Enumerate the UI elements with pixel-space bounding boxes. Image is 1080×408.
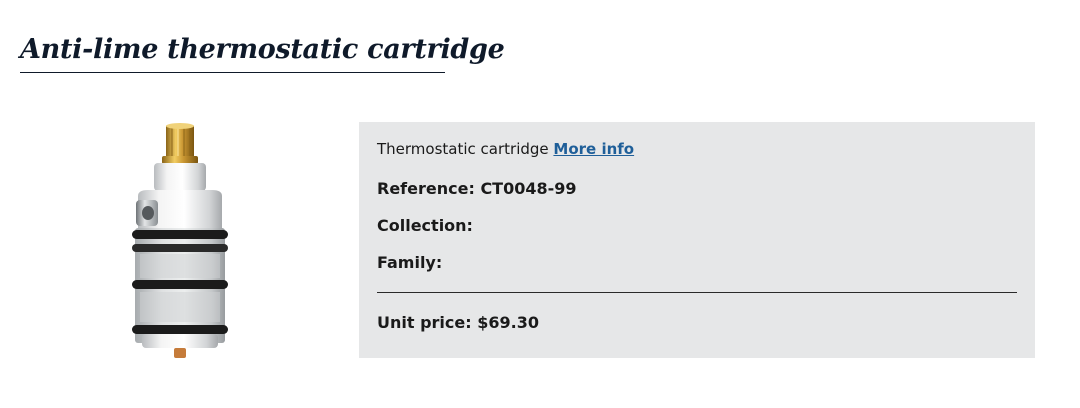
collection-row: Collection: <box>377 216 473 235</box>
price-row: Unit price: $69.30 <box>377 313 539 332</box>
family-row: Family: <box>377 253 442 272</box>
page-title: Anti-lime thermostatic cartridge <box>20 34 505 65</box>
price-label: Unit price: <box>377 313 472 332</box>
more-info-link[interactable]: More info <box>553 140 634 158</box>
product-image <box>118 120 240 365</box>
reference-row: Reference: CT0048-99 <box>377 179 577 198</box>
product-description: Thermostatic cartridge <box>377 140 549 158</box>
product-info-panel: Thermostatic cartridge More info Referen… <box>359 122 1035 358</box>
title-underline <box>20 72 445 73</box>
description-line: Thermostatic cartridge More info <box>377 140 634 158</box>
reference-label: Reference: <box>377 179 475 198</box>
family-label: Family: <box>377 253 443 272</box>
panel-divider <box>377 292 1017 293</box>
price-value: $69.30 <box>477 313 539 332</box>
reference-value: CT0048-99 <box>480 179 577 198</box>
collection-label: Collection: <box>377 216 473 235</box>
thermostatic-cartridge-icon <box>132 123 228 358</box>
